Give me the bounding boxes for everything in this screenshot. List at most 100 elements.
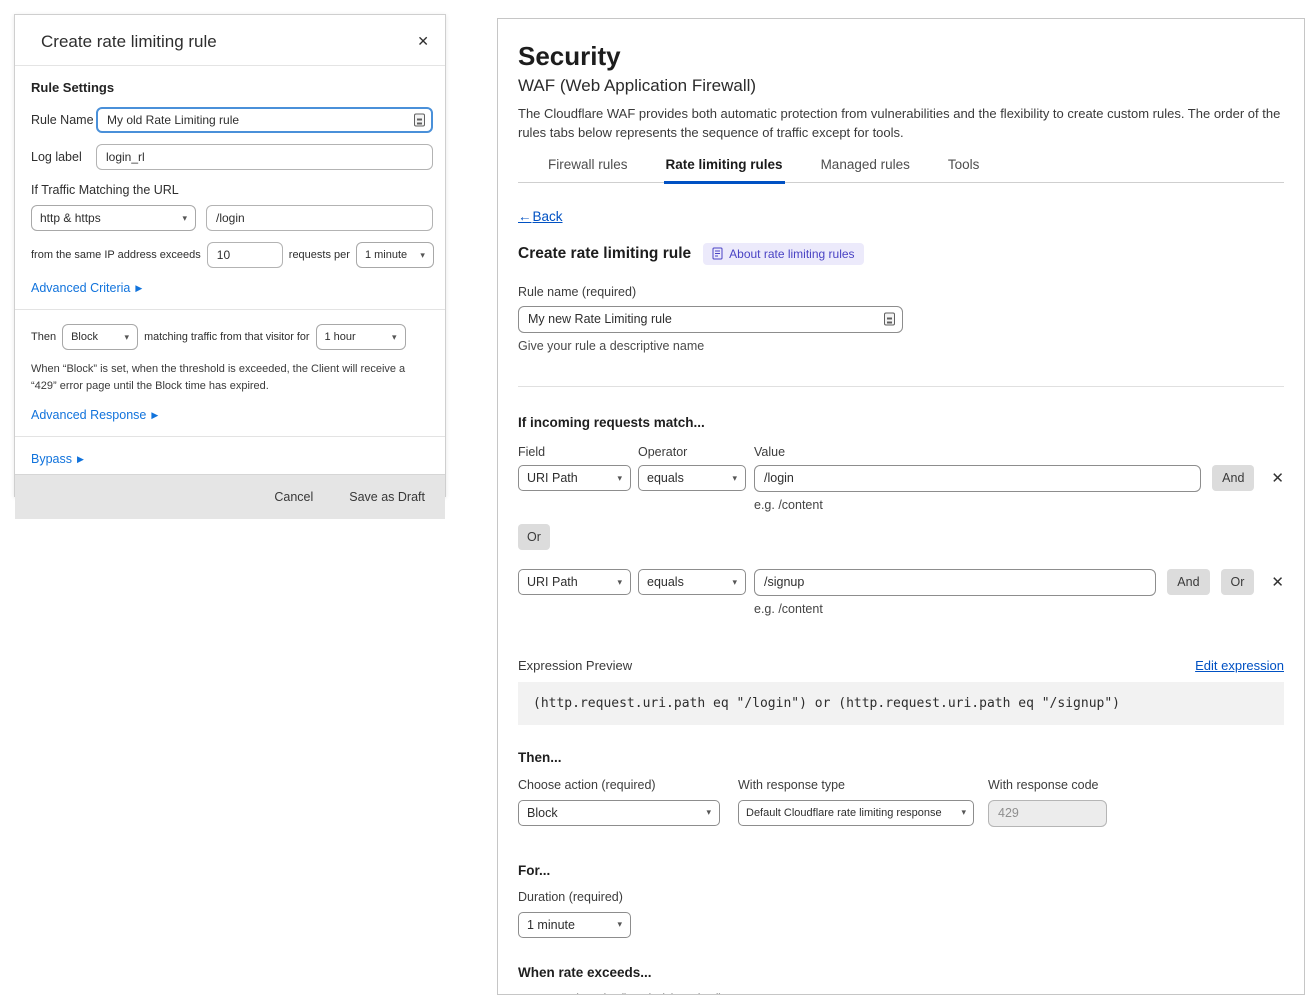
chevron-down-icon: ▾ [125,332,130,343]
or-button-standalone[interactable]: Or [518,524,550,550]
autofill-icon [884,313,895,326]
bypass-link[interactable]: Bypass ▶ [31,452,433,466]
autofill-icon [414,114,425,127]
response-type-select[interactable]: Default Cloudflare rate limiting respons… [738,800,974,826]
expression-preview-row: Expression Preview Edit expression [518,658,1284,673]
chevron-down-icon: ▾ [706,807,711,818]
arrow-right-icon: ▶ [151,410,158,421]
waf-tabs: Firewall rules Rate limiting rules Manag… [518,157,1284,183]
url-input[interactable] [206,205,433,231]
field-select-2[interactable]: URI Path ▾ [518,569,631,595]
rule-name-block: Rule name (required) Give your rule a de… [518,285,1284,353]
create-rate-limiting-rule-dialog: Create rate limiting rule ✕ Rule Setting… [14,14,446,497]
dialog-title: Create rate limiting rule [41,32,217,52]
then-heading: Then... [518,750,1284,765]
save-as-draft-button[interactable]: Save as Draft [349,490,425,504]
back-arrow-icon: ← [518,209,532,224]
then-text: Then [31,331,56,343]
condition-row-2: URI Path ▾ equals ▾ And Or ✕ [518,569,1284,596]
value-label: Value [754,445,785,459]
divider [15,436,445,437]
rule-name-label: Rule Name [31,113,96,127]
action-select[interactable]: Block ▾ [518,800,720,826]
scheme-select[interactable]: http & https ▾ [31,205,196,231]
close-icon[interactable]: ✕ [415,32,431,50]
or-button-2[interactable]: Or [1221,569,1255,595]
chevron-down-icon: ▾ [617,577,622,588]
and-button-2[interactable]: And [1167,569,1209,595]
remove-condition-1-icon[interactable]: ✕ [1271,469,1284,487]
expression-code: (http.request.uri.path eq "/login") or (… [518,682,1284,725]
tab-tools[interactable]: Tools [946,157,982,184]
document-icon [712,247,723,260]
then-row: Then Block ▾ matching traffic from that … [31,324,433,350]
rule-name-row: Rule Name [31,107,433,133]
threshold-row: from the same IP address exceeds request… [31,242,433,268]
advanced-response-link[interactable]: Advanced Response ▶ [31,408,433,422]
field-label: Field [518,445,638,459]
condition-row-1: URI Path ▾ equals ▾ And ✕ [518,465,1284,492]
field-select-1[interactable]: URI Path ▾ [518,465,631,491]
period-label: Period (required) [629,992,738,995]
response-code-input [988,800,1107,827]
rule-name-input[interactable] [96,107,433,133]
threshold-text: from the same IP address exceeds [31,249,201,261]
period-select[interactable]: 1 minute ▾ [356,242,434,268]
page-title: Security [518,41,1284,72]
back-link[interactable]: ←Back [518,209,563,224]
log-label-label: Log label [31,150,96,164]
response-code-label: With response code [988,778,1107,792]
chevron-down-icon: ▾ [392,332,397,343]
expression-preview-label: Expression Preview [518,658,632,673]
chevron-down-icon: ▾ [420,250,425,261]
tab-rate-limiting-rules[interactable]: Rate limiting rules [664,157,785,184]
operator-select-1[interactable]: equals ▾ [638,465,746,491]
remove-condition-2-icon[interactable]: ✕ [1271,573,1284,591]
dialog-header: Create rate limiting rule ✕ [15,15,445,66]
value-input-2[interactable] [754,569,1156,596]
block-note: When “Block” is set, when the threshold … [31,361,423,395]
value-hint-2: e.g. /content [754,602,1284,616]
rate-row: Requests (required) Period (required) 1 … [518,992,1284,995]
value-input-1[interactable] [754,465,1201,492]
operator-select-2[interactable]: equals ▾ [638,569,746,595]
traffic-matching-label: If Traffic Matching the URL [31,183,433,197]
action-select[interactable]: Block ▾ [62,324,138,350]
log-label-input[interactable] [96,144,433,170]
chevron-down-icon: ▾ [961,807,966,818]
tab-managed-rules[interactable]: Managed rules [819,157,912,184]
requests-per-text: requests per [289,249,350,261]
duration-select[interactable]: 1 minute ▾ [518,912,631,938]
action-row: Choose action (required) Block ▾ With re… [518,778,1284,827]
and-button-1[interactable]: And [1212,465,1254,491]
block-duration-select[interactable]: 1 hour ▾ [316,324,406,350]
tab-firewall-rules[interactable]: Firewall rules [546,157,630,184]
arrow-right-icon: ▶ [77,454,84,465]
requests-label: Requests (required) [518,992,621,995]
matching-text: matching traffic from that visitor for [144,331,309,343]
chevron-down-icon: ▾ [732,577,737,588]
operator-label: Operator [638,445,754,459]
rule-name-label: Rule name (required) [518,285,1284,299]
page-description: The Cloudflare WAF provides both automat… [518,105,1284,143]
duration-label: Duration (required) [518,890,1284,904]
rule-name-input[interactable] [518,306,903,333]
for-heading: For... [518,863,1284,878]
condition-labels: Field Operator Value [518,445,1284,459]
waf-panel: Security WAF (Web Application Firewall) … [497,18,1305,995]
about-rate-limiting-rules-badge[interactable]: About rate limiting rules [703,243,863,265]
page-subtitle: WAF (Web Application Firewall) [518,76,1284,96]
chevron-down-icon: ▾ [732,473,737,484]
divider [518,386,1284,387]
log-label-row: Log label [31,144,433,170]
value-hint-1: e.g. /content [754,498,1284,512]
edit-expression-link[interactable]: Edit expression [1195,658,1284,673]
rule-name-help: Give your rule a descriptive name [518,339,1284,353]
arrow-right-icon: ▶ [135,283,142,294]
cancel-button[interactable]: Cancel [274,490,313,504]
form-title: Create rate limiting rule [518,245,691,263]
requests-count-input[interactable] [207,242,283,268]
chevron-down-icon: ▾ [617,919,622,930]
advanced-criteria-link[interactable]: Advanced Criteria ▶ [31,281,433,295]
rate-exceeds-heading: When rate exceeds... [518,965,1284,980]
